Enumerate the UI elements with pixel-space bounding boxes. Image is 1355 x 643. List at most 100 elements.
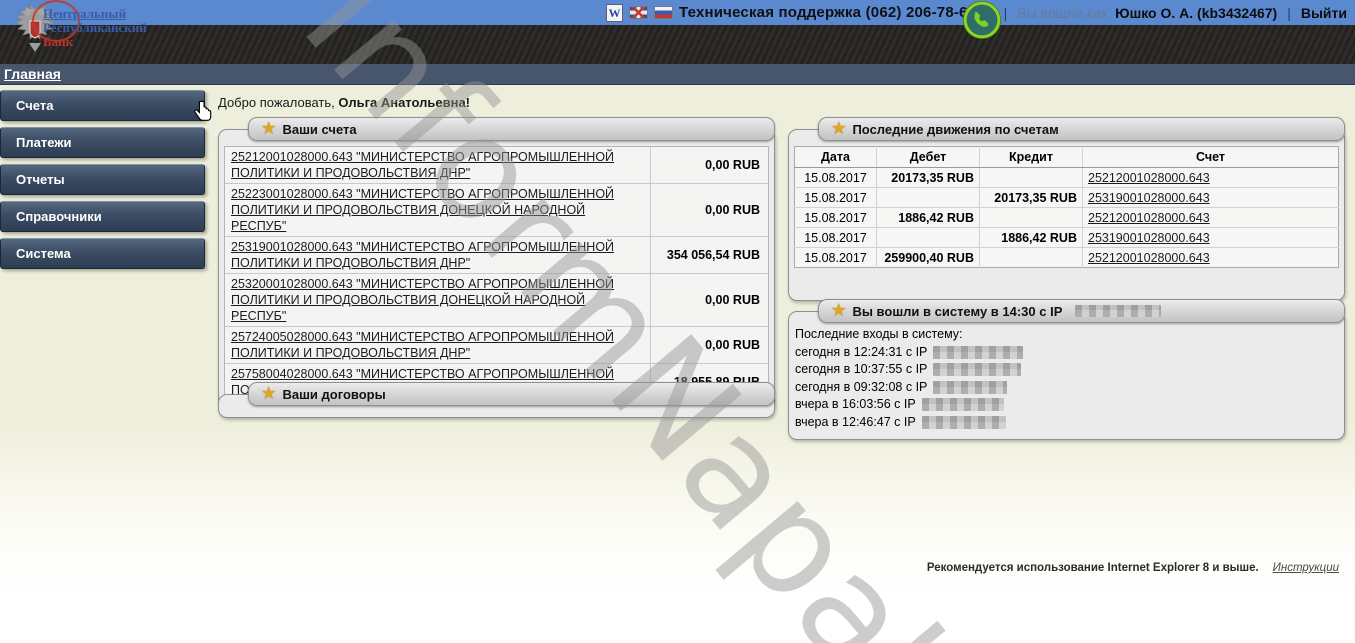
account-link[interactable]: 25319001028000.643 "МИНИСТЕРСТВО АГРОПРО… <box>231 239 642 271</box>
movement-row: 15.08.2017 1886,42 RUB 25319001028000.64… <box>795 228 1339 248</box>
movements-panel-title: Последние движения по счетам <box>852 122 1058 137</box>
star-icon: ★ <box>832 304 845 318</box>
account-link[interactable]: 25724005028000.643 "МИНИСТЕРСТВО АГРОПРО… <box>231 329 642 361</box>
movement-debit: 20173,35 RUB <box>877 168 980 188</box>
movement-account-link[interactable]: 25212001028000.643 <box>1088 211 1210 225</box>
support-group: W Техническая поддержка (062) 206-78-69 … <box>606 0 990 25</box>
logged-in-as-label: Вы вошли как <box>1017 5 1107 21</box>
login-history-row: вчера в 16:03:56 с IP <box>795 396 1336 414</box>
movement-row: 15.08.2017 20173,35 RUB 25319001028000.6… <box>795 188 1339 208</box>
bank-name-line3: Банк <box>43 35 147 49</box>
bank-name-line2: Республиканский <box>43 21 147 35</box>
movement-date: 15.08.2017 <box>795 188 877 208</box>
movement-debit: 1886,42 RUB <box>877 208 980 228</box>
login-history-row: вчера в 12:46:47 с IP <box>795 414 1336 432</box>
movement-account-link[interactable]: 25212001028000.643 <box>1088 171 1210 185</box>
account-balance: 0,00 RUB <box>650 274 768 326</box>
movement-date: 15.08.2017 <box>795 248 877 268</box>
redacted-ip <box>922 398 1004 411</box>
redacted-ip <box>933 346 1023 359</box>
account-link[interactable]: 25212001028000.643 "МИНИСТЕРСТВО АГРОПРО… <box>231 149 642 181</box>
sidebar-item-system[interactable]: Система <box>0 238 205 269</box>
movements-panel: ★ Последние движения по счетам Дата Дебе… <box>788 117 1345 301</box>
account-link[interactable]: 25223001028000.643 "МИНИСТЕРСТВО АГРОПРО… <box>231 186 642 234</box>
movement-date: 15.08.2017 <box>795 168 877 188</box>
movement-row: 15.08.2017 1886,42 RUB 25212001028000.64… <box>795 208 1339 228</box>
movements-panel-body: Дата Дебет Кредит Счет 15.08.2017 20173,… <box>788 129 1345 301</box>
browser-recommendation: Рекомендуется использование Internet Exp… <box>927 562 1259 574</box>
breadcrumb-bar: Главная <box>0 64 1355 85</box>
accounts-table: 25212001028000.643 "МИНИСТЕРСТВО АГРОПРО… <box>224 146 769 401</box>
movement-credit <box>980 248 1083 268</box>
column-header-account: Счет <box>1083 147 1339 168</box>
login-entry: сегодня в 10:37:55 с IP <box>795 362 927 376</box>
bank-name: Центральный Республиканский Банк <box>43 7 147 49</box>
account-row: 25212001028000.643 "МИНИСТЕРСТВО АГРОПРО… <box>225 147 768 184</box>
sidebar-item-payments[interactable]: Платежи <box>0 127 205 158</box>
accounts-panel: ★ Ваши счета 25212001028000.643 "МИНИСТЕ… <box>218 117 775 408</box>
movement-account-link[interactable]: 25212001028000.643 <box>1088 251 1210 265</box>
phone-icon[interactable] <box>963 1 1001 39</box>
login-entry: вчера в 12:46:47 с IP <box>795 415 916 429</box>
account-balance: 0,00 RUB <box>650 327 768 363</box>
document-icon[interactable]: W <box>606 4 623 22</box>
account-row: 25724005028000.643 "МИНИСТЕРСТВО АГРОПРО… <box>225 327 768 364</box>
sidebar-item-references[interactable]: Справочники <box>0 201 205 232</box>
movement-account-link[interactable]: 25319001028000.643 <box>1088 191 1210 205</box>
bank-logo[interactable]: Центральный Республиканский Банк <box>0 0 240 62</box>
home-link[interactable]: Главная <box>4 66 61 82</box>
mouse-cursor-icon <box>193 100 214 129</box>
account-balance: 0,00 RUB <box>650 184 768 236</box>
movement-date: 15.08.2017 <box>795 208 877 228</box>
account-row: 25319001028000.643 "МИНИСТЕРСТВО АГРОПРО… <box>225 237 768 274</box>
footer: Рекомендуется использование Internet Exp… <box>927 562 1339 574</box>
session-panel-title: Вы вошли в систему в 14:30 с IP <box>852 304 1062 319</box>
contracts-panel-title: Ваши договоры <box>282 387 385 402</box>
login-entry: сегодня в 12:24:31 с IP <box>795 345 927 359</box>
russia-flag-icon[interactable] <box>654 6 673 19</box>
support-phone-label: Техническая поддержка (062) 206-78-69 <box>679 4 976 21</box>
star-icon: ★ <box>832 122 845 136</box>
redacted-ip <box>922 416 1006 429</box>
movement-date: 15.08.2017 <box>795 228 877 248</box>
welcome-prefix: Добро пожаловать, <box>218 95 335 110</box>
movements-panel-header[interactable]: ★ Последние движения по счетам <box>818 117 1345 141</box>
movements-header-row: Дата Дебет Кредит Счет <box>795 147 1339 168</box>
movement-credit <box>980 208 1083 228</box>
login-history-row: сегодня в 12:24:31 с IP <box>795 344 1336 362</box>
redacted-ip <box>1075 305 1161 317</box>
instructions-link[interactable]: Инструкции <box>1273 562 1339 574</box>
account-link[interactable]: 25320001028000.643 "МИНИСТЕРСТВО АГРОПРО… <box>231 276 642 324</box>
account-row: 25320001028000.643 "МИНИСТЕРСТВО АГРОПРО… <box>225 274 768 327</box>
star-icon: ★ <box>262 387 275 401</box>
session-panel: ★ Вы вошли в систему в 14:30 с IP Послед… <box>788 299 1345 440</box>
sidebar-item-reports[interactable]: Отчеты <box>0 164 205 195</box>
uk-flag-icon[interactable] <box>629 6 648 19</box>
sidebar-menu: Счета Платежи Отчеты Справочники Система <box>0 90 207 275</box>
session-controls: | Вы вошли как Юшко О. А. (kb3432467) | … <box>1002 0 1347 25</box>
contracts-panel-header[interactable]: ★ Ваши договоры <box>248 382 775 406</box>
content-area: Счета Платежи Отчеты Справочники Система… <box>0 85 1355 643</box>
session-panel-header[interactable]: ★ Вы вошли в систему в 14:30 с IP <box>818 299 1345 323</box>
separator: | <box>1002 5 1010 21</box>
movement-credit: 20173,35 RUB <box>980 188 1083 208</box>
accounts-panel-header[interactable]: ★ Ваши счета <box>248 117 775 141</box>
logout-button[interactable]: Выйти <box>1301 5 1347 21</box>
accounts-panel-title: Ваши счета <box>282 122 356 137</box>
login-entry: вчера в 16:03:56 с IP <box>795 397 916 411</box>
welcome-name: Ольга Анатольевна! <box>338 95 470 110</box>
movement-account-link[interactable]: 25319001028000.643 <box>1088 231 1210 245</box>
movement-row: 15.08.2017 20173,35 RUB 25212001028000.6… <box>795 168 1339 188</box>
accounts-panel-body: 25212001028000.643 "МИНИСТЕРСТВО АГРОПРО… <box>218 129 775 408</box>
login-history-row: сегодня в 09:32:08 с IP <box>795 379 1336 397</box>
sidebar-item-accounts[interactable]: Счета <box>0 90 205 121</box>
account-balance: 0,00 RUB <box>650 147 768 183</box>
banking-home-page: W Техническая поддержка (062) 206-78-69 … <box>0 0 1355 643</box>
login-history-row: сегодня в 10:37:55 с IP <box>795 361 1336 379</box>
user-name: Юшко О. А. (kb3432467) <box>1115 5 1277 21</box>
star-icon: ★ <box>262 122 275 136</box>
login-history-label: Последние входы в систему: <box>795 326 1336 344</box>
column-header-credit: Кредит <box>980 147 1083 168</box>
account-balance: 354 056,54 RUB <box>650 237 768 273</box>
movement-debit <box>877 188 980 208</box>
